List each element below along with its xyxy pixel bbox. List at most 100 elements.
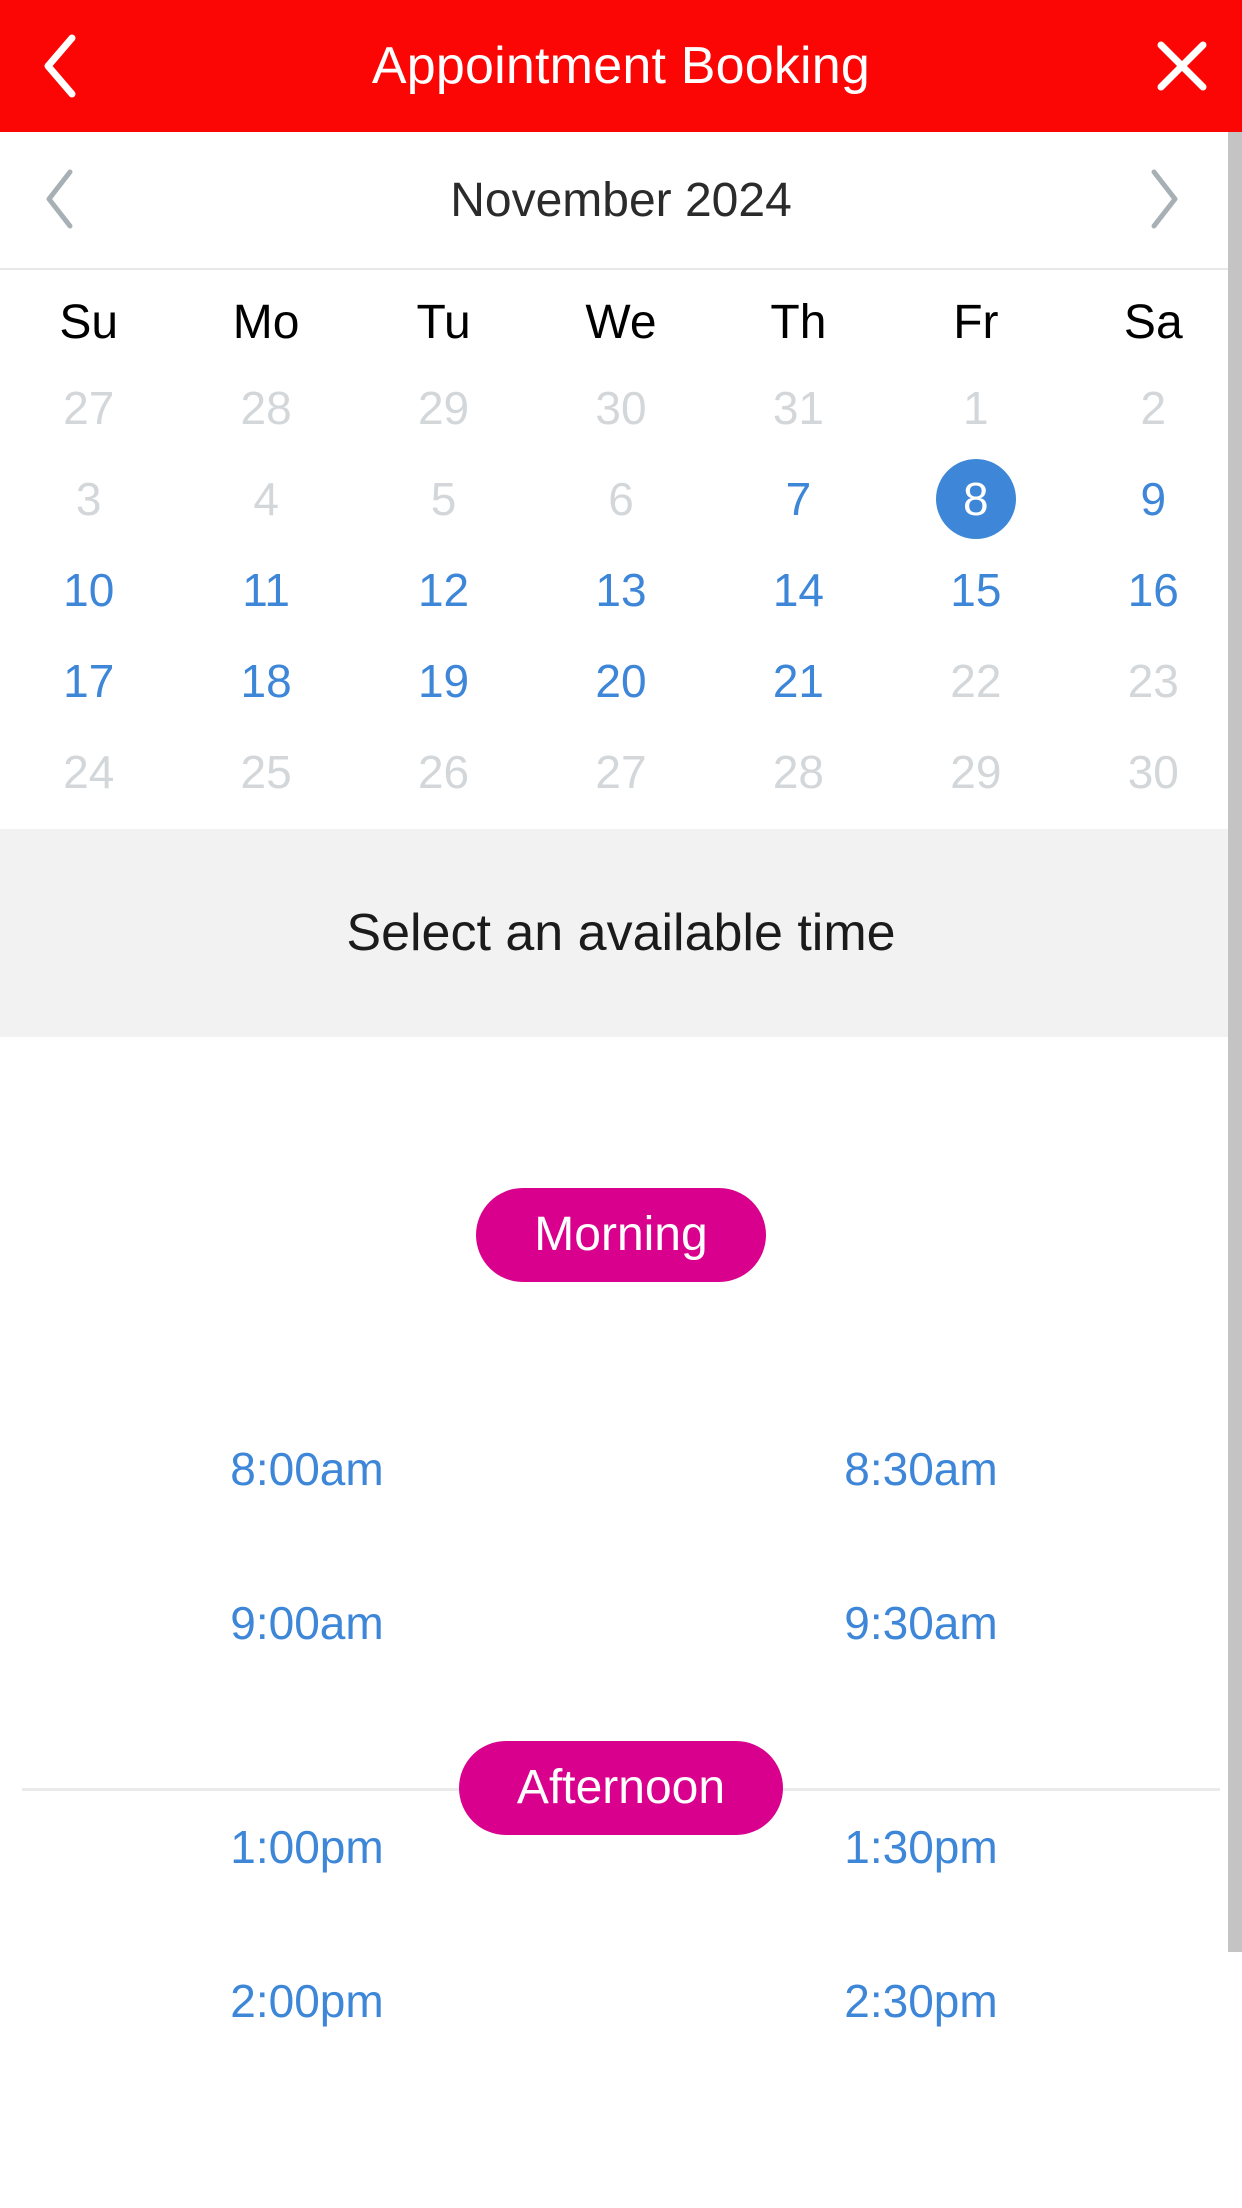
- calendar-day[interactable]: 9: [1065, 453, 1242, 544]
- calendar-day-label: 20: [595, 654, 647, 707]
- calendar-day-label: 4: [253, 472, 279, 525]
- calendar-day: 28: [710, 726, 887, 817]
- calendar-day[interactable]: 18: [177, 635, 354, 726]
- calendar-day: 29: [355, 362, 532, 453]
- calendar-day: 30: [1065, 726, 1242, 817]
- weekday-label-mo: Mo: [232, 296, 300, 349]
- calendar-day-label: 24: [63, 745, 115, 798]
- calendar-day-label: 10: [63, 563, 115, 616]
- calendar-day[interactable]: 20: [532, 635, 709, 726]
- calendar-day[interactable]: 7: [710, 453, 887, 544]
- time-slot[interactable]: 8:30am: [614, 1392, 1228, 1546]
- calendar-day: 6: [532, 453, 709, 544]
- weekday-label-su: Su: [59, 296, 119, 349]
- calendar-day-label: 23: [1127, 654, 1179, 707]
- calendar-day-label: 28: [772, 745, 824, 798]
- calendar-day[interactable]: 15: [887, 544, 1064, 635]
- calendar-day: 27: [0, 362, 177, 453]
- calendar-day: 30: [532, 362, 709, 453]
- calendar-day-label: 26: [417, 745, 470, 798]
- next-month-button[interactable]: [1104, 132, 1224, 270]
- calendar-day: 28: [177, 362, 354, 453]
- calendar-day-label: 7: [785, 472, 812, 525]
- time-slot[interactable]: 9:00am: [0, 1546, 614, 1700]
- calendar-day: 29: [887, 726, 1064, 817]
- calendar-day: 27: [532, 726, 709, 817]
- calendar-day-label: 22: [950, 654, 1002, 707]
- calendar-day: 23: [1065, 635, 1242, 726]
- calendar-day-grid: 27 28 29 30 31 1 2 3 4 5 6 7 8 9 10 11 12 13 14 15 16 17 18 19 2…: [0, 362, 1242, 829]
- chevron-left-icon: [40, 32, 80, 100]
- page-scrollbar[interactable]: [1228, 132, 1242, 2208]
- calendar-day-label: 11: [242, 563, 290, 616]
- calendar-day[interactable]: 12: [355, 544, 532, 635]
- calendar-day[interactable]: 21: [710, 635, 887, 726]
- scrollbar-thumb[interactable]: [1228, 132, 1242, 1952]
- calendar-day: 26: [355, 726, 532, 817]
- calendar-day-label: 9: [1140, 472, 1167, 525]
- calendar-day[interactable]: 13: [532, 544, 709, 635]
- calendar-day-label: 6: [608, 472, 634, 525]
- calendar-day: 1: [887, 362, 1064, 453]
- calendar-day-label: 16: [1127, 563, 1179, 616]
- calendar-day: 5: [355, 453, 532, 544]
- calendar-day: 3: [0, 453, 177, 544]
- calendar-day-label: 1: [963, 381, 989, 434]
- calendar-day[interactable]: 19: [355, 635, 532, 726]
- close-icon: [1155, 39, 1209, 93]
- weekday-header-row: Su Mo Tu We Th Fr Sa: [0, 270, 1242, 362]
- calendar-day[interactable]: 16: [1065, 544, 1242, 635]
- calendar-day-label: 12: [417, 563, 470, 616]
- calendar-day-label: 5: [430, 472, 457, 525]
- calendar-day[interactable]: 10: [0, 544, 177, 635]
- time-slot[interactable]: 8:00am: [0, 1392, 614, 1546]
- time-slot[interactable]: 9:30am: [614, 1546, 1228, 1700]
- time-slot[interactable]: 2:00pm: [0, 1924, 614, 2078]
- calendar-day[interactable]: 11: [177, 544, 354, 635]
- time-slot[interactable]: 2:30pm: [614, 1924, 1228, 2078]
- weekday-label-we: We: [585, 296, 657, 349]
- previous-month-button[interactable]: [0, 132, 120, 270]
- calendar-day-label: 27: [595, 745, 647, 798]
- morning-slot-grid: 8:00am 8:30am 9:00am 9:30am: [0, 1392, 1228, 1700]
- calendar-day-label: 15: [950, 563, 1002, 616]
- calendar-day: 22: [887, 635, 1064, 726]
- calendar-day[interactable]: 17: [0, 635, 177, 726]
- calendar-day-selected[interactable]: 8: [887, 453, 1064, 544]
- calendar-day-label: 31: [772, 381, 824, 434]
- appointment-booking-screen: Appointment Booking November 2024 Su Mo …: [0, 0, 1242, 2208]
- afternoon-group-header: Afternoon: [0, 1724, 1242, 1852]
- calendar-day-label: 2: [1140, 381, 1167, 434]
- morning-group-header: Morning: [0, 1188, 1242, 1283]
- calendar-day-label: 28: [240, 381, 292, 434]
- chevron-right-icon: [1146, 167, 1182, 236]
- calendar-day-label: 8: [935, 458, 1016, 539]
- weekday-label-tu: Tu: [416, 296, 471, 349]
- calendar-day-label: 25: [240, 745, 292, 798]
- select-time-band: Select an available time: [0, 829, 1242, 1037]
- calendar-day: 24: [0, 726, 177, 817]
- calendar-day-label: 14: [772, 563, 824, 616]
- calendar-day-label: 29: [950, 745, 1002, 798]
- weekday-label-fr: Fr: [953, 296, 999, 349]
- page-title: Appointment Booking: [371, 37, 871, 95]
- calendar-day-label: 17: [63, 654, 115, 707]
- select-time-title: Select an available time: [346, 904, 896, 962]
- month-year-label: November 2024: [450, 173, 792, 227]
- afternoon-pill-button[interactable]: Afternoon: [458, 1740, 784, 1836]
- morning-pill-button[interactable]: Morning: [476, 1188, 766, 1283]
- calendar-day-label: 13: [595, 563, 647, 616]
- app-header: Appointment Booking: [0, 0, 1242, 132]
- calendar-day[interactable]: 14: [710, 544, 887, 635]
- calendar-day: 2: [1065, 362, 1242, 453]
- calendar-day-label: 18: [240, 654, 292, 707]
- calendar-month-nav: November 2024: [0, 132, 1242, 270]
- chevron-left-icon: [42, 167, 78, 236]
- calendar-day: 31: [710, 362, 887, 453]
- close-button[interactable]: [1122, 0, 1242, 132]
- back-button[interactable]: [0, 0, 120, 132]
- calendar-day-label: 27: [63, 381, 115, 434]
- calendar-day-label: 29: [417, 381, 470, 434]
- calendar-day-label: 21: [772, 654, 824, 707]
- calendar-day: 4: [177, 453, 354, 544]
